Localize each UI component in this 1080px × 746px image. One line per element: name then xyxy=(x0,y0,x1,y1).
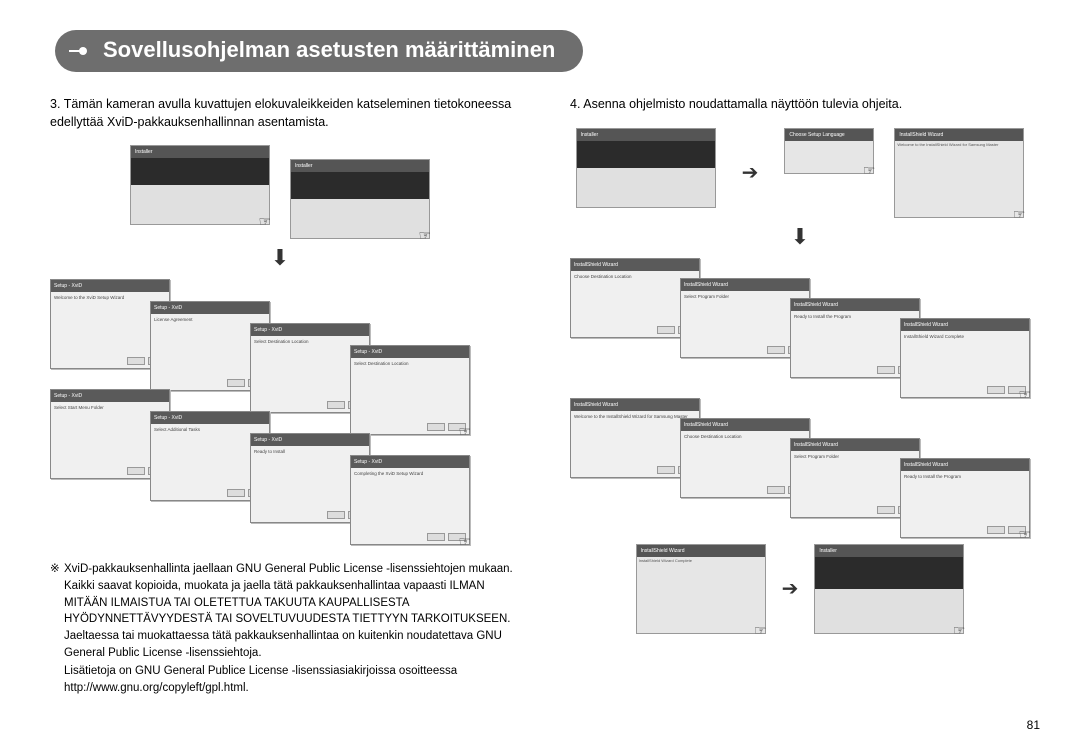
is-complete-1: InstallShield Wizard InstallShield Wizar… xyxy=(900,318,1030,398)
hand-icon: ☞ xyxy=(754,622,767,639)
note-symbol: ※ xyxy=(50,561,64,661)
xvid-wizard-cascade: Setup - XviD Welcome to the XviD Setup W… xyxy=(50,279,520,539)
step-3-text: Tämän kameran avulla kuvattujen elokuval… xyxy=(50,97,511,129)
hand-icon: ☞ xyxy=(458,423,471,440)
wizard-dest-loc: Setup - XviD Select Destination Location… xyxy=(350,345,470,435)
page-title: Sovellusohjelman asetusten määrittäminen xyxy=(55,30,583,72)
arrow-down-icon: ⬇ xyxy=(40,245,520,271)
installshield-complete: InstallShield Wizard InstallShield Wizar… xyxy=(636,544,766,634)
step-4-number: 4. xyxy=(570,97,580,111)
step-3: 3. Tämän kameran avulla kuvattujen eloku… xyxy=(40,96,520,131)
installer-thumb-1: Installer ☞ xyxy=(130,145,270,225)
step-4: 4. Asenna ohjelmisto noudattamalla näytt… xyxy=(560,96,1040,114)
arrow-down-icon: ⬇ xyxy=(560,224,1040,250)
hand-icon: ☞ xyxy=(863,162,876,179)
hand-icon: ☞ xyxy=(418,227,431,244)
arrow-right-icon: ➔ xyxy=(782,576,799,601)
installshield-cascade-2: InstallShield Wizard Welcome to the Inst… xyxy=(570,398,1040,528)
hand-icon: ☞ xyxy=(1013,206,1026,223)
installshield-welcome: InstallShield Wizard Welcome to the Inst… xyxy=(894,128,1024,218)
hand-icon: ☞ xyxy=(258,213,271,230)
hand-icon: ☞ xyxy=(1018,526,1031,543)
installer-thumb-3: Installer xyxy=(576,128,716,208)
installer-thumb-2: Installer ☞ xyxy=(290,159,430,239)
step-3-number: 3. xyxy=(50,97,60,111)
wizard-complete: Setup - XviD Completing the XviD Setup W… xyxy=(350,455,470,545)
note-line-2: Lisätietoja on GNU General Publice Licen… xyxy=(50,663,520,696)
is-ready-2: InstallShield Wizard Ready to Install th… xyxy=(900,458,1030,538)
left-column: 3. Tämän kameran avulla kuvattujen eloku… xyxy=(40,96,520,696)
step-4-text: Asenna ohjelmisto noudattamalla näyttöön… xyxy=(583,97,902,111)
installshield-cascade-1: InstallShield Wizard Choose Destination … xyxy=(570,258,1040,408)
lang-dialog: Choose Setup Language ☞ xyxy=(784,128,874,174)
license-notes: ※ XviD-pakkauksenhallinta jaellaan GNU G… xyxy=(40,561,520,696)
hand-icon: ☞ xyxy=(458,533,471,550)
hand-icon: ☞ xyxy=(953,622,966,639)
note-line-1: XviD-pakkauksenhallinta jaellaan GNU Gen… xyxy=(64,561,520,661)
right-column: 4. Asenna ohjelmisto noudattamalla näytt… xyxy=(560,96,1040,696)
page-number: 81 xyxy=(1027,718,1040,732)
arrow-right-icon: ➔ xyxy=(742,160,759,185)
installer-thumb-final: Installer ☞ xyxy=(814,544,964,634)
